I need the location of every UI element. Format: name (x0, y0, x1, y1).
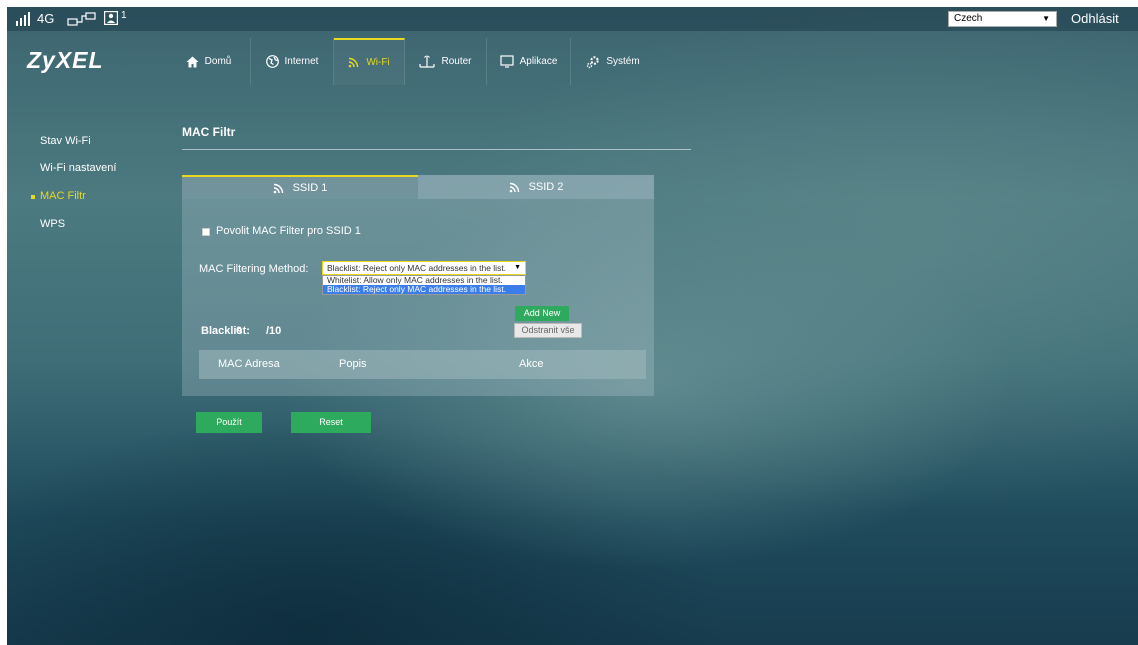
nav-router-label: Router (441, 56, 472, 67)
nav-home-label: Domů (204, 56, 232, 67)
network-type: 4G (37, 11, 55, 26)
apply-button[interactable]: Použít (196, 412, 262, 433)
wifi-icon (509, 182, 519, 192)
option-blacklist[interactable]: Blacklist: Reject only MAC addresses in … (323, 285, 525, 294)
option-whitelist[interactable]: Whitelist: Allow only MAC addresses in t… (323, 276, 525, 285)
logout-link[interactable]: Odhlásit (1071, 7, 1119, 31)
page-title: MAC Filtr (182, 125, 236, 139)
column-action: Akce (519, 358, 544, 370)
nav-system[interactable]: Systém (571, 38, 655, 85)
sidebar-item-wps[interactable]: WPS (40, 218, 65, 230)
title-divider (182, 149, 691, 150)
tab-ssid-1[interactable]: SSID 1 (182, 175, 418, 199)
nav-system-label: Systém (606, 56, 640, 67)
nav-apps[interactable]: Aplikace (487, 38, 571, 85)
column-description: Popis (339, 358, 367, 370)
blacklist-label: Blacklist: (201, 325, 250, 337)
nav-apps-label: Aplikace (519, 56, 558, 67)
column-mac-address: MAC Adresa (218, 358, 280, 370)
lan-icon (67, 12, 96, 26)
tab-ssid-1-label: SSID 1 (292, 182, 328, 194)
tab-ssid-2[interactable]: SSID 2 (418, 175, 654, 199)
app-frame: 4G 1 Czech ▼ Odhlásit ZyXEL Domů Interne… (7, 7, 1138, 645)
user-icon (104, 11, 118, 25)
tab-ssid-2-label: SSID 2 (528, 181, 564, 193)
filtering-method-select[interactable]: Blacklist: Reject only MAC addresses in … (322, 261, 526, 275)
gear-icon (587, 55, 600, 68)
remove-all-button[interactable]: Odstranit vše (514, 323, 582, 338)
home-icon (186, 56, 199, 67)
zyxel-logo: ZyXEL (27, 47, 104, 73)
sidebar-item-mac-filter[interactable]: MAC Filtr (40, 190, 86, 202)
nav-home[interactable]: Domů (167, 38, 251, 85)
router-icon (419, 55, 436, 68)
language-value: Czech (954, 13, 983, 24)
mac-table-header: MAC Adresa Popis Akce (199, 350, 646, 379)
monitor-icon (499, 55, 514, 68)
wifi-icon (273, 183, 283, 193)
filtering-method-label: MAC Filtering Method: (199, 263, 309, 275)
filtering-method-value: Blacklist: Reject only MAC addresses in … (327, 263, 507, 273)
enable-mac-filter-checkbox[interactable] (202, 228, 210, 236)
nav-internet[interactable]: Internet (251, 38, 334, 85)
wifi-icon (349, 57, 359, 68)
sidebar-item-wifi-settings[interactable]: Wi-Fi nastavení (40, 162, 116, 174)
nav-internet-label: Internet (284, 56, 319, 67)
active-bullet (31, 195, 35, 199)
reset-button[interactable]: Reset (291, 412, 371, 433)
filtering-method-dropdown: Whitelist: Allow only MAC addresses in t… (322, 275, 526, 295)
globe-icon (265, 55, 279, 68)
language-select[interactable]: Czech ▼ (948, 11, 1057, 27)
nav-wifi[interactable]: Wi-Fi (334, 38, 405, 85)
chevron-down-icon: ▼ (514, 264, 521, 271)
add-new-button[interactable]: Add New (515, 306, 569, 321)
connected-users-count: 1 (121, 10, 127, 21)
nav-wifi-label: Wi-Fi (366, 57, 390, 68)
chevron-down-icon: ▼ (1042, 14, 1050, 23)
sidebar-item-wifi-status[interactable]: Stav Wi-Fi (40, 135, 91, 147)
enable-mac-filter-label: Povolit MAC Filter pro SSID 1 (216, 225, 361, 237)
blacklist-max: /10 (266, 325, 282, 337)
nav-router[interactable]: Router (405, 38, 487, 85)
signal-strength-icon (16, 12, 30, 26)
blacklist-count: 0 (236, 325, 243, 337)
mac-filter-panel: SSID 1 SSID 2 Povolit MAC Filter pro SSI… (182, 175, 654, 396)
